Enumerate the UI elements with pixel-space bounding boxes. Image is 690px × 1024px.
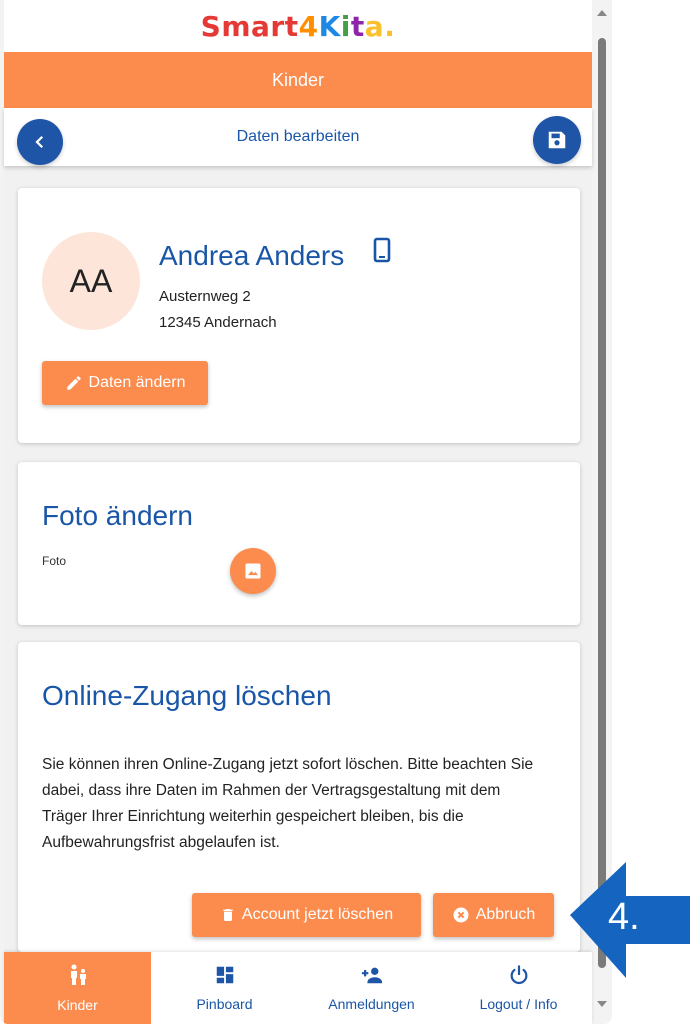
nav-item-pinboard[interactable]: Pinboard [151,952,298,1024]
logo-letter: t [350,9,365,43]
profile-card: AA Andrea Anders Austernweg 2 12345 Ande… [18,188,580,443]
cancel-button[interactable]: Abbruch [433,893,554,937]
step-annotation-arrow: 4. [570,862,690,978]
bottom-navigation: Kinder Pinboard Anmeldungen Logout / Inf… [4,952,592,1024]
image-icon [245,563,261,579]
delete-card-title: Online-Zugang löschen [42,680,332,711]
save-icon [548,131,566,149]
scroll-up-arrow-icon[interactable] [597,10,607,16]
logo-letter: K [318,9,341,43]
dashboard-icon [216,966,233,984]
profile-city: 12345 Andernach [159,314,277,331]
cancel-label: Abbruch [475,906,536,923]
photo-card: Foto ändern Foto [18,462,580,625]
delete-info-text: Sie können ihren Online-Zugang jetzt sof… [42,756,534,851]
power-icon [510,965,527,985]
delete-account-button[interactable]: Account jetzt löschen [192,893,421,937]
nav-label-logout: Logout / Info [479,996,558,1012]
chevron-left-icon [35,135,44,149]
upload-photo-button[interactable] [230,548,276,594]
scroll-thumb[interactable] [598,38,606,968]
page-title: Kinder [271,69,325,90]
app-logo: Smart4Kita. [4,0,592,52]
delete-account-label: Account jetzt löschen [241,906,394,923]
avatar-initials: AA [69,262,113,299]
cancel-circle-icon [453,907,469,923]
save-button[interactable] [533,116,581,164]
photo-label: Foto [42,554,67,568]
avatar: AA [42,232,140,330]
logo-letter: t [284,9,299,43]
nav-label-pinboard: Pinboard [196,996,253,1012]
delete-account-card: Online-Zugang löschen Sie können ihren O… [18,642,580,952]
smartphone-icon [373,237,391,263]
pencil-icon [66,376,81,390]
logo-letter: 4 [298,9,319,43]
logo-letter: . [384,9,396,43]
nav-label-anmeldungen: Anmeldungen [328,996,415,1012]
nav-item-anmeldungen[interactable]: Anmeldungen [298,952,445,1024]
child-icon [70,964,86,985]
edit-data-button[interactable]: Daten ändern [42,361,208,405]
nav-item-kinder[interactable]: Kinder [4,952,151,1024]
scroll-down-arrow-icon[interactable] [597,1001,607,1007]
trash-icon [223,909,233,921]
app-container: Smart4Kita. Kinder Daten bearbeiten AA A… [4,0,592,1024]
browser-frame: Smart4Kita. Kinder Daten bearbeiten AA A… [0,0,612,1024]
nav-label-kinder: Kinder [57,997,98,1013]
logo-letter: m [221,9,251,43]
logo-text: Smart4Kita. [201,10,396,43]
logo-letter: i [340,9,351,43]
page-header: Kinder [4,52,592,108]
logo-letter: r [270,9,285,43]
photo-card-title: Foto ändern [42,500,193,531]
logo-letter: a [251,9,271,43]
back-button[interactable] [17,119,63,165]
sub-header-title: Daten bearbeiten [236,128,360,145]
sub-header: Daten bearbeiten [4,108,592,166]
add-person-icon [361,967,382,984]
edit-data-label: Daten ändern [88,374,186,391]
step-number: 4. [608,896,640,938]
profile-street: Austernweg 2 [159,288,251,305]
logo-letter: a [364,9,385,43]
logo-letter: S [200,9,222,43]
profile-name: Andrea Anders [159,240,345,271]
